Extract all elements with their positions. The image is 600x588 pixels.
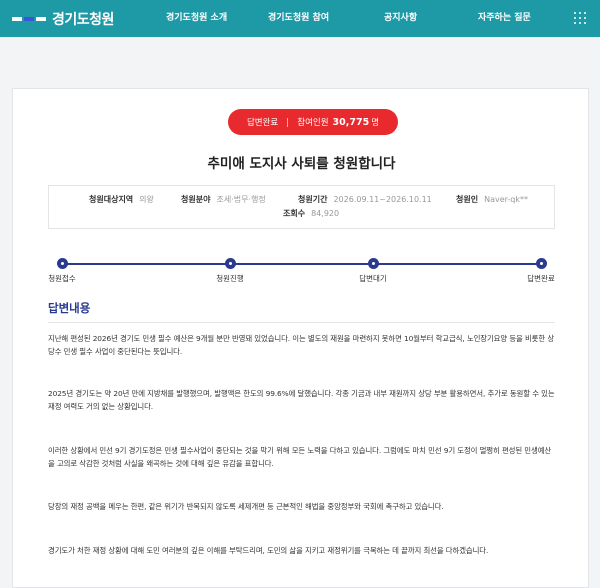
status-badge: 답변완료 참여인원 30,775 명 xyxy=(228,109,398,135)
meta-views: 조회수 84,920 xyxy=(283,209,340,218)
petition-card: 답변완료 참여인원 30,775 명 추미애 도지사 사퇴를 청원합니다 청원대… xyxy=(12,88,589,588)
step-dot-icon xyxy=(56,258,68,269)
grid-menu-icon[interactable] xyxy=(574,12,586,24)
meta-region: 청원대상지역 의왕 xyxy=(89,195,154,204)
petition-title: 추미애 도지사 사퇴를 청원합니다 xyxy=(207,156,396,172)
status-divider xyxy=(287,117,289,127)
status-text: 답변완료 xyxy=(246,118,279,128)
answer-section-title: 답변내용 xyxy=(48,301,91,315)
answer-paragraph: 이러한 상황에서 민선 9기 경기도정은 민생 필수사업이 중단되는 것을 막기… xyxy=(48,446,552,468)
progress-step-received: 청원접수 xyxy=(32,258,92,284)
step-dot-icon xyxy=(367,258,379,269)
top-navigation-bar: 경기도청원 경기도청원 소개 경기도청원 참여 공지사항 자주하는 질문 xyxy=(0,0,600,37)
step-dot-icon xyxy=(535,258,547,269)
nav-item-participate[interactable]: 경기도청원 참여 xyxy=(268,0,329,37)
nav-item-notice[interactable]: 공지사항 xyxy=(384,0,417,37)
answer-paragraph: 경기도가 처한 재정 상황에 대해 도민 여러분의 깊은 이해를 부탁드리며, … xyxy=(48,546,489,555)
nav-item-faq[interactable]: 자주하는 질문 xyxy=(478,0,531,37)
answer-paragraph: 당장의 재정 공백을 메우는 한편, 같은 위기가 반복되지 않도록 세제개편 … xyxy=(48,502,444,511)
step-dot-icon xyxy=(224,258,236,269)
meta-author: 청원인 Naver-qk** xyxy=(456,195,529,204)
meta-field: 청원분야 조세·법무·행정 xyxy=(181,195,266,204)
answer-paragraph: 2025년 경기도는 약 20년 만에 지방채를 발행했으며, 발행액은 한도의… xyxy=(48,389,555,411)
petition-meta: 청원대상지역 의왕 청원분야 조세·법무·행정 청원기간 2026.09.11~202… xyxy=(48,185,555,229)
meta-period: 청원기간 2026.09.11~2026.10.11 xyxy=(298,195,432,204)
progress-step-answered: 답변완료 xyxy=(511,258,571,284)
participants-unit: 명 xyxy=(371,118,380,128)
participants-label: 참여인원 xyxy=(297,118,329,128)
progress-step-awaiting: 답변대기 xyxy=(343,258,403,284)
answer-paragraph: 지난해 편성된 2026년 경기도 민생 필수 예산은 9개월 분만 반영돼 있… xyxy=(48,334,555,356)
progress-step-in-progress: 청원진행 xyxy=(200,258,260,284)
progress-track xyxy=(62,263,541,265)
petition-progress: 청원접수 청원진행 답변대기 답변완료 xyxy=(48,258,555,289)
section-divider xyxy=(48,322,555,323)
main-nav: 경기도청원 소개 경기도청원 참여 공지사항 자주하는 질문 xyxy=(0,0,600,37)
participants-count: 30,775 xyxy=(332,116,370,128)
nav-item-about[interactable]: 경기도청원 소개 xyxy=(166,0,227,37)
